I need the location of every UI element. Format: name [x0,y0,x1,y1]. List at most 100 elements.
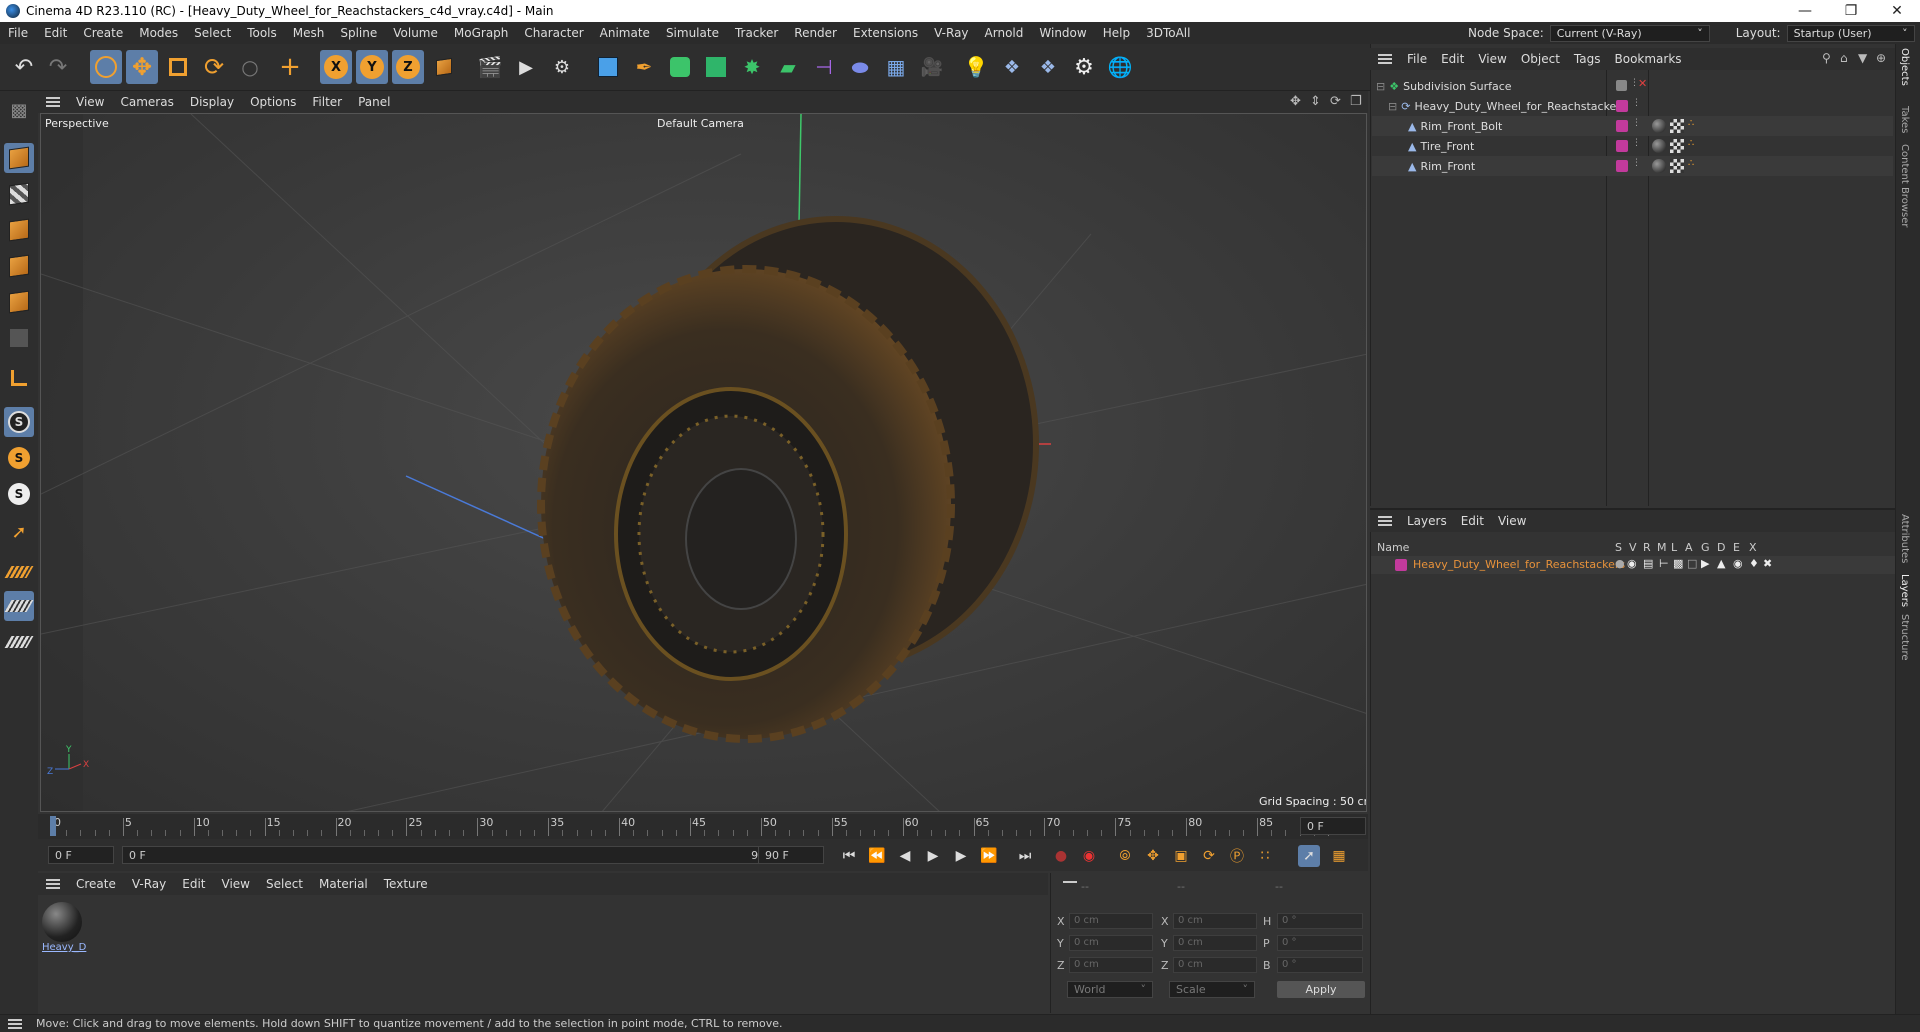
layout-dropdown[interactable]: Startup (User) ˅ [1786,24,1915,42]
layer-tag-icon[interactable] [1616,80,1627,91]
light-button[interactable]: 💡 [960,50,992,84]
grid-button[interactable] [4,591,34,621]
layer-col-e[interactable]: E [1733,541,1740,554]
menu-3dtoall[interactable]: 3DToAll [1138,26,1198,40]
key-pla-icon[interactable]: ∷ [1254,845,1276,867]
menu-tracker[interactable]: Tracker [727,26,786,40]
edge-mode-button[interactable] [4,251,34,281]
motion-record-icon[interactable]: ➚ [1298,845,1320,867]
hamburger-icon[interactable] [8,1018,22,1029]
tab-content-browser[interactable]: Content Browser [1899,144,1910,227]
size-x-field[interactable]: 0 cm [1173,913,1257,929]
layer-col-a[interactable]: A [1685,541,1693,554]
layer-color-tag[interactable] [1616,160,1628,172]
grid-settings-button[interactable] [4,627,34,657]
layer-col-l[interactable]: L [1671,541,1677,554]
material-tag-icon[interactable] [1652,119,1666,133]
magnet-button[interactable]: ➚ [4,517,34,547]
extrude-button[interactable] [700,50,732,84]
spline-pen-button[interactable]: ✒ [628,50,660,84]
layer-row[interactable]: Heavy_Duty_Wheel_for_Reachstackers ● ◉ ▤… [1371,556,1896,574]
timeline-window-icon[interactable]: ▦ [1328,845,1350,867]
deformer-button[interactable]: ⊣ [808,50,840,84]
render-picture-viewer-button[interactable]: ▶ [510,50,542,84]
rotation-p-field[interactable]: 0 ° [1277,935,1363,951]
menu-simulate[interactable]: Simulate [658,26,727,40]
material-menu-texture[interactable]: Texture [376,877,436,891]
hamburger-icon[interactable] [1378,516,1392,526]
vray-tag-icon[interactable]: ∴ [1688,118,1694,129]
layer-clapper-icon[interactable]: ▩ [1673,557,1683,570]
object-menu-bookmarks[interactable]: Bookmarks [1608,52,1689,66]
layer-visible-eye-icon[interactable]: ◉ [1627,557,1637,570]
viewport-menu-view[interactable]: View [68,95,112,109]
cloner-button[interactable]: ✸ [736,50,768,84]
vray-tag-icon[interactable]: ∴ [1688,158,1694,169]
key-rotation-icon[interactable]: ⟳ [1198,845,1220,867]
viewport-move-icon[interactable]: ✥ [1290,94,1301,109]
layer-solo-icon[interactable]: ● [1615,557,1625,570]
layer-lock-icon[interactable]: □ [1687,557,1697,570]
object-menu-tags[interactable]: Tags [1567,52,1608,66]
layer-expressions-icon[interactable]: ♦ [1749,557,1759,570]
menu-render[interactable]: Render [786,26,845,40]
floor-button[interactable]: ▦ [880,50,912,84]
y-axis-button[interactable]: Y [356,50,388,84]
layer-generators-icon[interactable]: ▲ [1717,557,1725,570]
apply-button[interactable]: Apply [1277,981,1365,998]
layer-menu-edit[interactable]: Edit [1454,514,1491,528]
layer-color-swatch[interactable] [1395,559,1407,571]
render-settings-button[interactable]: ⚙ [546,50,578,84]
position-y-field[interactable]: 0 cm [1069,935,1153,951]
position-z-field[interactable]: 0 cm [1069,957,1153,973]
material-tag-icon[interactable] [1652,159,1666,173]
menu-file[interactable]: File [0,26,36,40]
hamburger-icon[interactable] [1378,54,1392,64]
layer-col-x[interactable]: X [1749,541,1757,554]
z-axis-button[interactable]: Z [392,50,424,84]
field-button[interactable]: ⬬ [844,50,876,84]
python-script-button[interactable]: ❖ [1032,50,1064,84]
material-menu-view[interactable]: View [214,877,258,891]
viewport-menu-cameras[interactable]: Cameras [112,95,181,109]
layer-deformers-icon[interactable]: ◉ [1733,557,1743,570]
viewport-maximize-icon[interactable]: ❐ [1350,94,1362,109]
menu-modes[interactable]: Modes [131,26,186,40]
mograph-button[interactable]: ▰ [772,50,804,84]
scale-tool-button[interactable] [162,50,194,84]
minimize-icon[interactable]: — [1782,0,1828,22]
vray-tag-icon[interactable]: ∴ [1688,138,1694,149]
close-icon[interactable]: ✕ [1874,0,1920,22]
material-menu-material[interactable]: Material [311,877,376,891]
object-row-wheel[interactable]: ⊟ ⟳ Heavy_Duty_Wheel_for_Reachstackers ⋮ [1372,96,1893,116]
next-frame-icon[interactable]: ▶ [950,845,972,867]
timeline-ruler[interactable]: 051015202530354045505560657075808590 0 F [38,814,1368,839]
menu-character[interactable]: Character [516,26,591,40]
viewport-rotate-icon[interactable]: ⟳ [1330,94,1341,109]
tab-objects[interactable]: Objects [1899,48,1910,86]
workplane-button[interactable] [4,557,34,587]
start-frame-field[interactable]: 0 F [48,846,114,864]
size-y-field[interactable]: 0 cm [1173,935,1257,951]
layer-manager-icon[interactable]: ⊢ [1659,557,1669,570]
object-menu-view[interactable]: View [1471,52,1513,66]
current-frame-field[interactable]: 0 F [1300,817,1366,835]
home-icon[interactable]: ⌂ [1840,51,1848,65]
plugin-gear-button[interactable]: ⚙ [1068,50,1100,84]
uv-mode-button[interactable] [4,323,34,353]
coord-mode-dropdown[interactable]: World ˅ [1067,981,1153,998]
material-item[interactable]: Heavy_D [42,902,86,960]
key-move-icon[interactable]: ⦾ [1114,845,1136,867]
axis-mode-button[interactable] [4,363,34,393]
redo-button[interactable]: ↷ [42,50,74,84]
object-menu-edit[interactable]: Edit [1434,52,1471,66]
menu-vray[interactable]: V-Ray [926,26,976,40]
layer-menu-layers[interactable]: Layers [1400,514,1454,528]
uvw-tag-icon[interactable] [1670,139,1684,153]
camera-button[interactable]: 🎥 [916,50,948,84]
layer-col-m[interactable]: M [1657,541,1667,554]
texture-mode-button[interactable] [4,179,34,209]
key-scale-icon[interactable]: ▣ [1170,845,1192,867]
viewport-menu-filter[interactable]: Filter [304,95,350,109]
layer-col-d[interactable]: D [1717,541,1725,554]
